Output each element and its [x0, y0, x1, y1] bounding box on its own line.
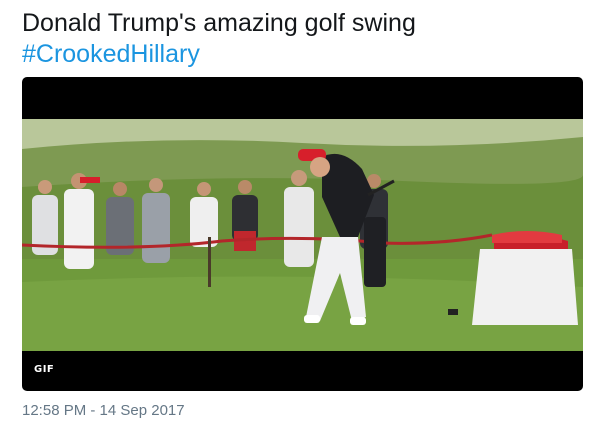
tweet: Donald Trump's amazing golf swing #Crook…: [0, 0, 607, 433]
gif-media-player[interactable]: GIF: [22, 77, 583, 391]
tweet-text: Donald Trump's amazing golf swing #Crook…: [22, 8, 592, 70]
gif-frame: [22, 119, 583, 351]
tweet-timestamp[interactable]: 12:58 PM - 14 Sep 2017: [22, 402, 185, 419]
gif-badge: GIF: [34, 364, 55, 375]
tweet-body-text: Donald Trump's amazing golf swing: [22, 9, 416, 37]
club-head: [448, 309, 458, 315]
golf-bag: [364, 217, 386, 287]
rope-stake: [208, 237, 211, 287]
hashtag-link[interactable]: #CrookedHillary: [22, 39, 592, 70]
